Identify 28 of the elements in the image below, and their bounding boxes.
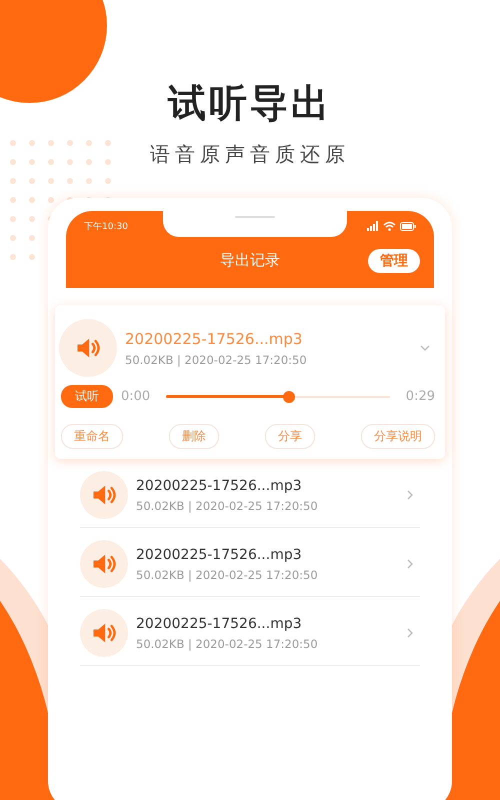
speaker-icon[interactable] xyxy=(80,540,128,588)
speaker-icon[interactable] xyxy=(80,609,128,657)
file-info: 50.02KB | 2020-02-25 17:20:50 xyxy=(136,498,319,512)
battery-icon xyxy=(400,222,416,230)
file-info: 50.02KB | 2020-02-25 17:20:50 xyxy=(136,636,319,650)
action-button[interactable]: 删除 xyxy=(169,424,219,449)
action-button[interactable]: 分享 xyxy=(265,424,315,449)
file-name: 20200225-17526...mp3 xyxy=(136,616,303,632)
file-name: 20200225-17526...mp3 xyxy=(136,546,303,562)
duration-time: 0:29 xyxy=(406,389,435,404)
action-button[interactable]: 分享说明 xyxy=(361,424,435,449)
manage-button[interactable]: 管理 xyxy=(368,248,420,272)
file-name: 20200225-17526...mp3 xyxy=(136,478,303,494)
status-time: 下午10:30 xyxy=(84,220,128,232)
headline: 试听导出 xyxy=(168,80,332,127)
signal-icon xyxy=(367,221,379,231)
page-title: 导出记录 xyxy=(220,251,280,270)
progress-slider[interactable] xyxy=(166,390,390,402)
slider-thumb[interactable] xyxy=(283,390,296,402)
file-name: 20200225-17526...mp3 xyxy=(125,330,304,348)
listen-button[interactable]: 试听 xyxy=(61,385,113,408)
speaker-icon[interactable] xyxy=(80,471,128,519)
elapsed-time: 0:00 xyxy=(121,389,150,404)
file-info: 50.02KB | 2020-02-25 17:20:50 xyxy=(136,568,319,582)
file-info: 50.02KB | 2020-02-25 17:20:50 xyxy=(125,352,308,366)
wifi-icon xyxy=(383,221,396,231)
action-button[interactable]: 重命名 xyxy=(61,424,123,449)
subheadline: 语音原声音质还原 xyxy=(150,141,350,168)
